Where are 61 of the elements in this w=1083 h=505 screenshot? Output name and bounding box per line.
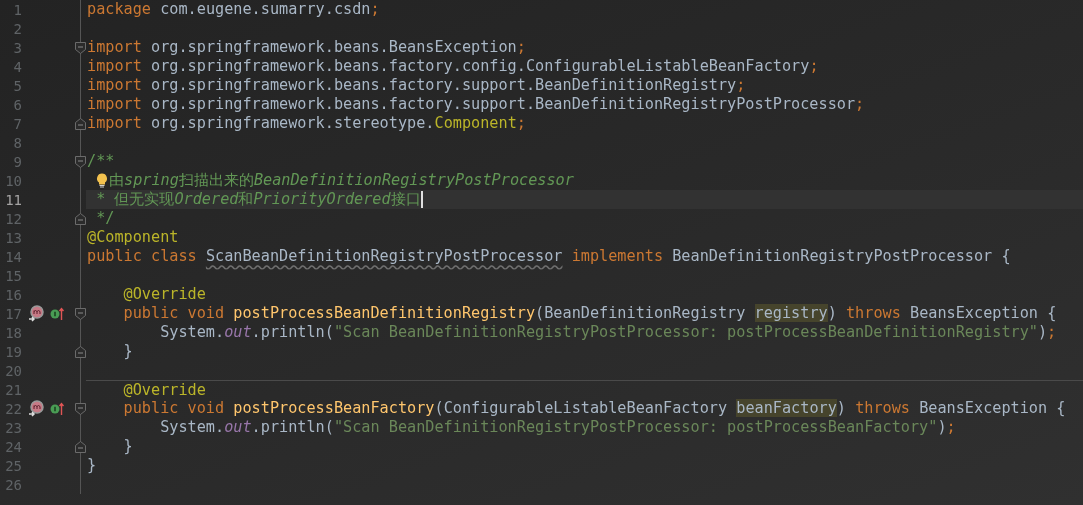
code-line: import org.springframework.beans.factory.support.BeanDefinitionRegistry; (87, 76, 746, 95)
code-line: } (87, 456, 97, 475)
code-line: @Override (122, 285, 206, 304)
line-number: 13 (4, 229, 22, 246)
line-number: 6 (12, 96, 22, 113)
fold-end-icon[interactable] (74, 345, 86, 358)
line-number: 21 (4, 381, 22, 398)
code-line: * 但无实现Ordered和PriorityOrdered接口 (95, 190, 421, 209)
code-line: public void postProcessBeanFactory(ConfigurableListableBeanFactory beanFactory) throws BeansException { (122, 399, 1066, 418)
code-line: public void postProcessBeanDefinitionRegistry(BeanDefinitionRegistry registry) throws BeansException { (122, 304, 1057, 323)
line-number: 19 (4, 343, 22, 360)
code-line: import org.springframework.beans.BeansException; (87, 38, 526, 57)
line-number: 26 (4, 476, 22, 493)
line-number: 22 (4, 400, 22, 417)
line-number: 10 (4, 172, 22, 189)
fold-icon[interactable] (74, 402, 86, 415)
fold-end-icon[interactable] (74, 117, 86, 130)
line-number: 1 (12, 1, 22, 18)
line-number: 9 (12, 153, 22, 170)
line-number: 16 (4, 286, 22, 303)
method-override-icon[interactable] (28, 400, 46, 417)
code-line: package com.eugene.sumarry.csdn; (87, 0, 380, 19)
code-line: /** (87, 152, 115, 171)
line-number: 2 (12, 20, 22, 37)
fold-icon[interactable] (74, 155, 86, 168)
code-line: @Override (122, 380, 206, 400)
line-number: 12 (4, 210, 22, 227)
line-number: 20 (4, 362, 22, 379)
line-number: 23 (4, 419, 22, 436)
implemented-icon[interactable] (50, 401, 64, 416)
line-number: 14 (4, 248, 22, 265)
code-line: } (122, 437, 133, 456)
line-number: 3 (12, 39, 22, 56)
line-number: 18 (4, 324, 22, 341)
fold-end-icon[interactable] (74, 212, 86, 225)
code-line: public class ScanBeanDefinitionRegistryPostProcessor implements BeanDefinitionRegistryPostProcessor { (87, 247, 1011, 266)
code-line: 由spring扫描出来的BeanDefinitionRegistryPostProcessor (109, 171, 574, 190)
line-number: 24 (4, 438, 22, 455)
code-line: System.out.println("Scan BeanDefinitionRegistryPostProcessor: postProcessBeanDefinitionRegistry"); (159, 323, 1057, 342)
code-editor[interactable] (0, 0, 1083, 505)
fold-icon[interactable] (74, 307, 86, 320)
code-line: } (122, 342, 133, 361)
code-line: @Component (87, 228, 179, 247)
code-line: import org.springframework.stereotype.Component; (87, 114, 526, 133)
line-number: 25 (4, 457, 22, 474)
fold-icon[interactable] (74, 41, 86, 54)
line-number: 11 (4, 191, 22, 208)
implemented-icon[interactable] (50, 306, 64, 321)
code-line: */ (95, 209, 115, 228)
line-number: 17 (4, 305, 22, 322)
code-line: System.out.println("Scan BeanDefinitionRegistryPostProcessor: postProcessBeanFactory"); (159, 418, 956, 437)
line-number: 8 (12, 134, 22, 151)
line-number: 4 (12, 58, 22, 75)
method-override-icon[interactable] (28, 305, 46, 322)
line-number: 5 (12, 77, 22, 94)
lightbulb-icon[interactable] (96, 173, 108, 188)
line-number: 15 (4, 267, 22, 284)
line-number: 7 (12, 115, 22, 132)
code-line: import org.springframework.beans.factory.support.BeanDefinitionRegistryPostProcessor; (87, 95, 865, 114)
fold-end-icon[interactable] (74, 440, 86, 453)
code-line: import org.springframework.beans.factory.config.ConfigurableListableBeanFactory; (87, 57, 819, 76)
